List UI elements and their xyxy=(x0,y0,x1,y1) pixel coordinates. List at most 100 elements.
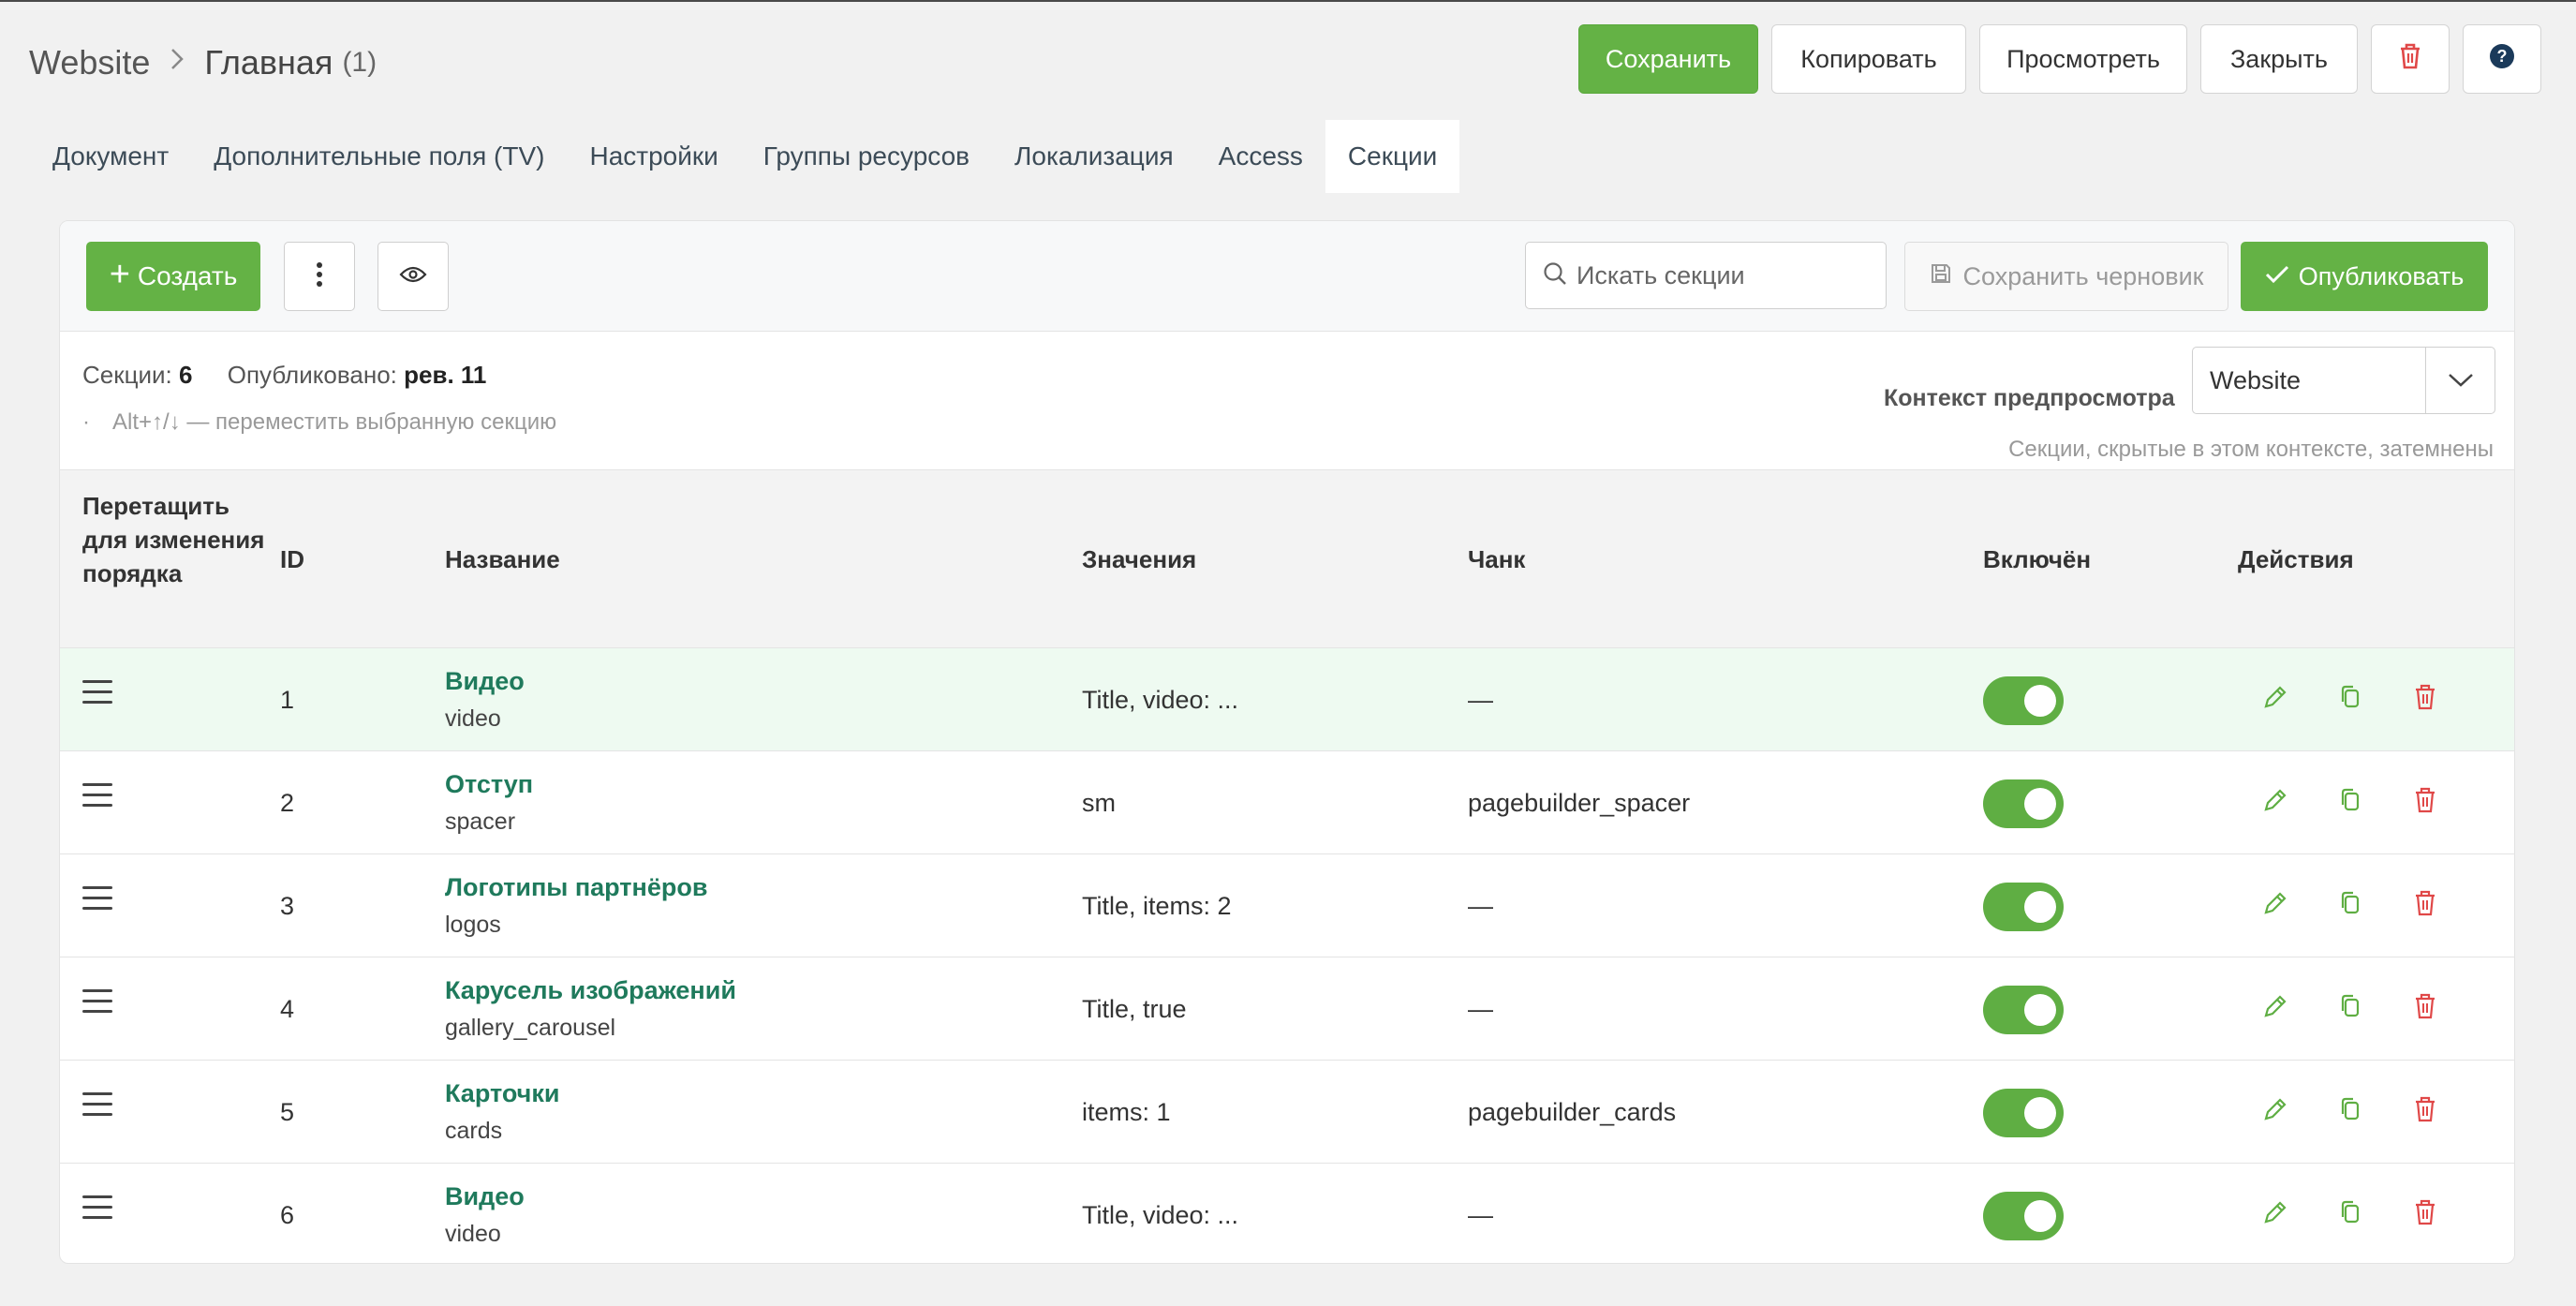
copy-icon xyxy=(2338,684,2362,717)
copy-button[interactable]: Копировать xyxy=(1771,24,1966,94)
enabled-toggle[interactable] xyxy=(1983,1192,2064,1240)
sections-panel: + Создать Сохранить черновик xyxy=(59,220,2515,1264)
search-input[interactable] xyxy=(1577,260,1876,290)
duplicate-button[interactable] xyxy=(2332,1196,2369,1234)
tab-localization[interactable]: Локализация xyxy=(992,120,1196,193)
tab-document[interactable]: Документ xyxy=(30,120,191,193)
save-draft-label: Сохранить черновик xyxy=(1962,261,2204,290)
duplicate-button[interactable] xyxy=(2332,1093,2369,1131)
section-title[interactable]: Видео xyxy=(445,1182,525,1211)
copy-icon xyxy=(2338,993,2362,1026)
chevron-right-icon xyxy=(169,47,185,79)
duplicate-button[interactable] xyxy=(2332,681,2369,719)
keyboard-hint-text: Alt+↑/↓ — переместить выбранную секцию xyxy=(112,409,557,435)
section-id: 5 xyxy=(280,1098,295,1126)
tab-sections[interactable]: Секции xyxy=(1325,120,1460,193)
enabled-toggle[interactable] xyxy=(1983,779,2064,828)
delete-row-button[interactable] xyxy=(2406,784,2444,822)
enabled-toggle[interactable] xyxy=(1983,986,2064,1034)
pencil-icon xyxy=(2262,1199,2288,1232)
section-name: Видео video xyxy=(445,1182,525,1248)
edit-button[interactable] xyxy=(2257,784,2294,822)
drag-handle-icon[interactable] xyxy=(82,783,112,814)
trash-icon xyxy=(2414,1199,2436,1232)
help-button[interactable]: ? xyxy=(2463,24,2541,94)
trash-icon xyxy=(2414,1096,2436,1129)
section-title[interactable]: Логотипы партнёров xyxy=(445,873,707,902)
delete-row-button[interactable] xyxy=(2406,1093,2444,1131)
section-values: items: 1 xyxy=(1082,1098,1171,1126)
publish-button[interactable]: Опубликовать xyxy=(2241,242,2488,311)
delete-row-button[interactable] xyxy=(2406,990,2444,1028)
section-title[interactable]: Карусель изображений xyxy=(445,976,736,1005)
preview-context-select[interactable]: Website xyxy=(2192,347,2495,414)
delete-button[interactable] xyxy=(2371,24,2450,94)
enabled-toggle[interactable] xyxy=(1983,1089,2064,1137)
column-chunk: Чанк xyxy=(1468,545,1526,573)
delete-row-button[interactable] xyxy=(2406,681,2444,719)
floppy-disk-icon xyxy=(1930,262,1952,291)
delete-row-button[interactable] xyxy=(2406,887,2444,925)
published-revision: рев. 11 xyxy=(404,361,487,389)
close-button[interactable]: Закрыть xyxy=(2200,24,2358,94)
section-values: Title, items: 2 xyxy=(1082,892,1232,920)
pencil-icon xyxy=(2262,890,2288,923)
column-values: Значения xyxy=(1082,545,1197,573)
tab-tv-fields[interactable]: Дополнительные поля (TV) xyxy=(191,120,567,193)
table-row: 2 Отступ spacer sm pagebuilder_spacer xyxy=(60,751,2514,854)
section-title[interactable]: Отступ xyxy=(445,770,533,799)
duplicate-button[interactable] xyxy=(2332,887,2369,925)
column-actions: Действия xyxy=(2238,545,2354,573)
pencil-icon xyxy=(2262,684,2288,717)
sections-stats: Секции: 6 Опубликовано: рев. 11 xyxy=(82,361,486,390)
toggle-preview-button[interactable] xyxy=(378,242,449,311)
save-button[interactable]: Сохранить xyxy=(1578,24,1758,94)
chevron-down-icon[interactable] xyxy=(2425,348,2495,413)
section-title[interactable]: Видео xyxy=(445,667,525,696)
drag-handle-icon[interactable] xyxy=(82,886,112,917)
search-icon xyxy=(1543,261,1567,290)
create-section-button[interactable]: + Создать xyxy=(86,242,260,311)
section-title[interactable]: Карточки xyxy=(445,1079,559,1108)
edit-button[interactable] xyxy=(2257,1196,2294,1234)
tab-settings[interactable]: Настройки xyxy=(567,120,740,193)
section-key: logos xyxy=(445,912,501,938)
section-name: Карточки cards xyxy=(445,1079,559,1145)
enabled-toggle[interactable] xyxy=(1983,676,2064,725)
duplicate-button[interactable] xyxy=(2332,784,2369,822)
section-key: video xyxy=(445,705,501,732)
table-body: 1 Видео video Title, video: ... — 2 Отст… xyxy=(60,648,2514,1263)
duplicate-button[interactable] xyxy=(2332,990,2369,1028)
drag-handle-icon[interactable] xyxy=(82,680,112,711)
delete-row-button[interactable] xyxy=(2406,1196,2444,1234)
section-values: Title, video: ... xyxy=(1082,1201,1239,1229)
plus-icon: + xyxy=(109,255,130,294)
table-row: 1 Видео video Title, video: ... — xyxy=(60,648,2514,751)
tab-resource-groups[interactable]: Группы ресурсов xyxy=(741,120,992,193)
published-label: Опубликовано: xyxy=(227,361,397,389)
table-header: Перетащить для изменения порядка ID Назв… xyxy=(60,470,2514,648)
edit-button[interactable] xyxy=(2257,681,2294,719)
drag-handle-icon[interactable] xyxy=(82,1195,112,1226)
create-label: Создать xyxy=(137,261,238,290)
preview-context-value: Website xyxy=(2210,365,2302,394)
breadcrumb-root[interactable]: Website xyxy=(29,43,150,82)
more-options-button[interactable] xyxy=(284,242,355,311)
section-name: Отступ spacer xyxy=(445,770,533,836)
section-id: 1 xyxy=(280,686,295,714)
preview-button[interactable]: Просмотреть xyxy=(1979,24,2187,94)
save-draft-button[interactable]: Сохранить черновик xyxy=(1904,242,2228,311)
drag-handle-icon[interactable] xyxy=(82,1092,112,1123)
check-icon xyxy=(2265,262,2289,291)
copy-icon xyxy=(2338,1096,2362,1129)
edit-button[interactable] xyxy=(2257,887,2294,925)
preview-context-label: Контекст предпросмотра xyxy=(1884,385,2175,411)
edit-button[interactable] xyxy=(2257,1093,2294,1131)
drag-handle-icon[interactable] xyxy=(82,989,112,1020)
page-title: Главная xyxy=(204,43,333,82)
enabled-toggle[interactable] xyxy=(1983,883,2064,931)
table-row: 3 Логотипы партнёров logos Title, items:… xyxy=(60,854,2514,957)
tab-access[interactable]: Access xyxy=(1196,120,1325,193)
table-row: 5 Карточки cards items: 1 pagebuilder_ca… xyxy=(60,1061,2514,1164)
edit-button[interactable] xyxy=(2257,990,2294,1028)
